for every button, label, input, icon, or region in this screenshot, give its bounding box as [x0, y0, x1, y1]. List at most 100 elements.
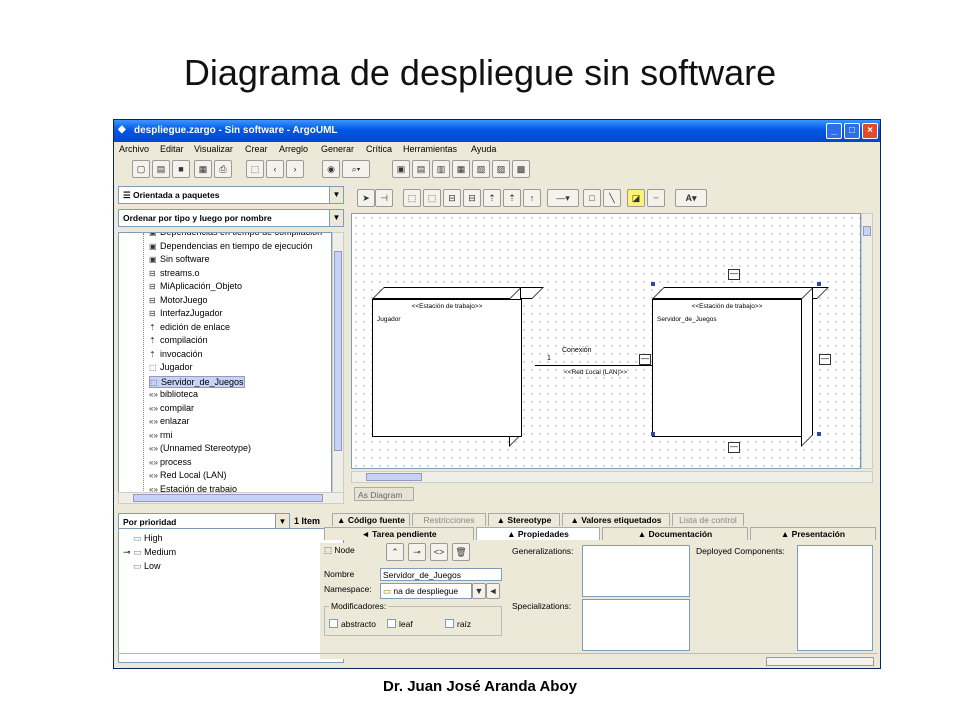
tree-item[interactable]: ⊟ streams.o	[149, 268, 200, 278]
generalizations-list[interactable]	[582, 545, 690, 597]
menu-generar[interactable]: Generar	[321, 144, 354, 154]
scroll-thumb[interactable]	[366, 473, 422, 481]
selection-handle[interactable]	[651, 432, 655, 436]
save-project-icon[interactable]: ■	[172, 160, 190, 178]
tree-item[interactable]: ▣ Dependencias en tiempo de ejecución	[149, 241, 313, 251]
link-tool-icon[interactable]: ↑	[523, 189, 541, 207]
tree-item[interactable]: «» compilar	[149, 403, 194, 413]
scroll-thumb[interactable]	[863, 226, 871, 236]
draw-line-icon[interactable]: ╲	[603, 189, 621, 207]
explorer-vertical-scrollbar[interactable]	[332, 232, 344, 494]
menu-ayuda[interactable]: Ayuda	[471, 144, 496, 154]
connection-link[interactable]	[535, 365, 652, 366]
tree-item[interactable]: «» enlazar	[149, 416, 190, 426]
priority-high[interactable]: ▭ High	[133, 533, 163, 544]
association-tool-icon[interactable]: ⇡	[503, 189, 521, 207]
dependency-tool-icon[interactable]: ⇡	[483, 189, 501, 207]
menu-archivo[interactable]: Archivo	[119, 144, 149, 154]
namespace-select[interactable]: ▭ na de despliegue	[380, 583, 472, 599]
node-tool-icon[interactable]: ⬚	[403, 189, 421, 207]
print-icon[interactable]: ⎙	[214, 160, 232, 178]
checkbox[interactable]	[445, 619, 454, 628]
expand-icon[interactable]: ⊸	[123, 547, 131, 557]
selection-handle[interactable]	[651, 282, 655, 286]
tree-item[interactable]: «» (Unnamed Stereotype)	[149, 443, 251, 453]
menu-visualizar[interactable]: Visualizar	[194, 144, 233, 154]
order-select[interactable]: Ordenar por tipo y luego por nombre ▼	[118, 209, 344, 227]
perspective-select[interactable]: ☰ Orientada a paquetes ▼	[118, 186, 344, 204]
tab-valores-etiquetados[interactable]: ▲ Valores etiquetados	[562, 513, 670, 526]
tree-item[interactable]: ⊟ MiAplicación_Objeto	[149, 281, 242, 291]
tree-item[interactable]: ⊟ InterfazJugador	[149, 308, 223, 318]
new-project-icon[interactable]: ▢	[132, 160, 150, 178]
chevron-down-icon[interactable]: ▼	[329, 187, 343, 203]
class-diagram-icon[interactable]: ▣	[392, 160, 410, 178]
tree-item[interactable]: ⇡ compilación	[149, 335, 208, 345]
menu-critica[interactable]: Crítica	[366, 144, 392, 154]
navigate-up-icon[interactable]: ⌃	[386, 543, 404, 561]
modifier-raiz[interactable]: raíz	[445, 619, 471, 629]
tab-restricciones[interactable]: Restricciones	[412, 513, 486, 526]
select-tool-icon[interactable]: ➤	[357, 189, 375, 207]
name-input[interactable]: Servidor_de_Juegos	[380, 568, 502, 581]
chevron-down-icon[interactable]: ▼	[329, 210, 343, 226]
tab-stereotype[interactable]: ▲ Stereotype	[488, 513, 560, 526]
delete-icon[interactable]: 🗑	[452, 543, 470, 561]
menu-herramientas[interactable]: Herramientas	[403, 144, 457, 154]
diagram-canvas[interactable]: <<Estación de trabajo>> Jugador <<Estaci…	[351, 213, 861, 469]
tree-item[interactable]: ⇡ edición de enlace	[149, 322, 230, 332]
rectangle-tool-icon[interactable]: □	[583, 189, 601, 207]
modifier-leaf[interactable]: leaf	[387, 619, 413, 629]
tree-item[interactable]: ▣ Dependencias en tiempo de compilación	[149, 233, 322, 237]
checkbox[interactable]	[329, 619, 338, 628]
deployed-components-list[interactable]	[797, 545, 873, 651]
modifier-abstracto[interactable]: abstracto	[329, 619, 376, 629]
tree-item[interactable]: «» Red Local (LAN)	[149, 470, 227, 480]
print-preview-icon[interactable]: ▦	[194, 160, 212, 178]
namespace-dropdown-icon[interactable]: ▼	[472, 583, 486, 599]
tree-item[interactable]: «» rmi	[149, 430, 173, 440]
add-button-right[interactable]: —	[819, 354, 831, 365]
node-jugador[interactable]: <<Estación de trabajo>> Jugador	[372, 299, 522, 437]
tree-item[interactable]: ⊟ MotorJuego	[149, 295, 208, 305]
zoom-icon[interactable]: ⌕▾	[342, 160, 370, 178]
scroll-thumb[interactable]	[334, 251, 342, 451]
line-tool-icon[interactable]: —▾	[547, 189, 579, 207]
component-tool-icon[interactable]: ⊟	[443, 189, 461, 207]
namespace-navigate-icon[interactable]: ◄	[486, 583, 500, 599]
new-attribute-icon[interactable]: ⊸	[408, 543, 426, 561]
tree-item[interactable]: «» biblioteca	[149, 389, 198, 399]
canvas-vertical-scrollbar[interactable]	[861, 213, 873, 469]
node-servidor-de-juegos[interactable]: <<Estación de trabajo>> Servidor_de_Jueg…	[652, 299, 802, 437]
open-project-icon[interactable]: ▤	[152, 160, 170, 178]
add-button-bottom[interactable]: —	[728, 442, 740, 453]
comment-tool-icon[interactable]: ◪	[627, 189, 645, 207]
tab-propiedades[interactable]: ▲ Propiedades	[476, 527, 600, 540]
sequence-diagram-icon[interactable]: ▩	[512, 160, 530, 178]
add-button-left[interactable]: —	[639, 354, 651, 365]
comment-link-icon[interactable]: ┈	[647, 189, 665, 207]
tab-presentacion[interactable]: ▲ Presentación	[750, 527, 876, 540]
back-icon[interactable]: ‹	[266, 160, 284, 178]
tab-tarea-pendiente[interactable]: ◄ Tarea pendiente	[324, 527, 474, 540]
deployment-diagram-icon[interactable]: ▨	[492, 160, 510, 178]
minimize-button[interactable]: _	[826, 123, 842, 139]
activity-diagram-icon[interactable]: ▦	[452, 160, 470, 178]
forward-icon[interactable]: ›	[286, 160, 304, 178]
tree-item[interactable]: ⬚ Jugador	[149, 362, 193, 372]
node-instance-tool-icon[interactable]: ⬚	[423, 189, 441, 207]
menu-editar[interactable]: Editar	[160, 144, 184, 154]
tree-item[interactable]: ▣ Sin software	[149, 254, 210, 264]
tab-codigo-fuente[interactable]: ▲ Código fuente	[332, 513, 410, 526]
find-icon[interactable]: ◉	[322, 160, 340, 178]
close-button[interactable]: ×	[862, 123, 878, 139]
explorer-horizontal-scrollbar[interactable]	[118, 492, 344, 504]
maximize-button[interactable]: □	[844, 123, 860, 139]
usecase-diagram-icon[interactable]: ▤	[412, 160, 430, 178]
collaboration-diagram-icon[interactable]: ▧	[472, 160, 490, 178]
tab-as-diagram[interactable]: As Diagram	[354, 487, 414, 501]
tree-item[interactable]: «» process	[149, 457, 192, 467]
tree-item[interactable]: ⇡ invocación	[149, 349, 203, 359]
tree-item[interactable]: ⬚ Servidor_de_Juegos	[149, 375, 245, 388]
menu-arreglo[interactable]: Arreglo	[279, 144, 308, 154]
